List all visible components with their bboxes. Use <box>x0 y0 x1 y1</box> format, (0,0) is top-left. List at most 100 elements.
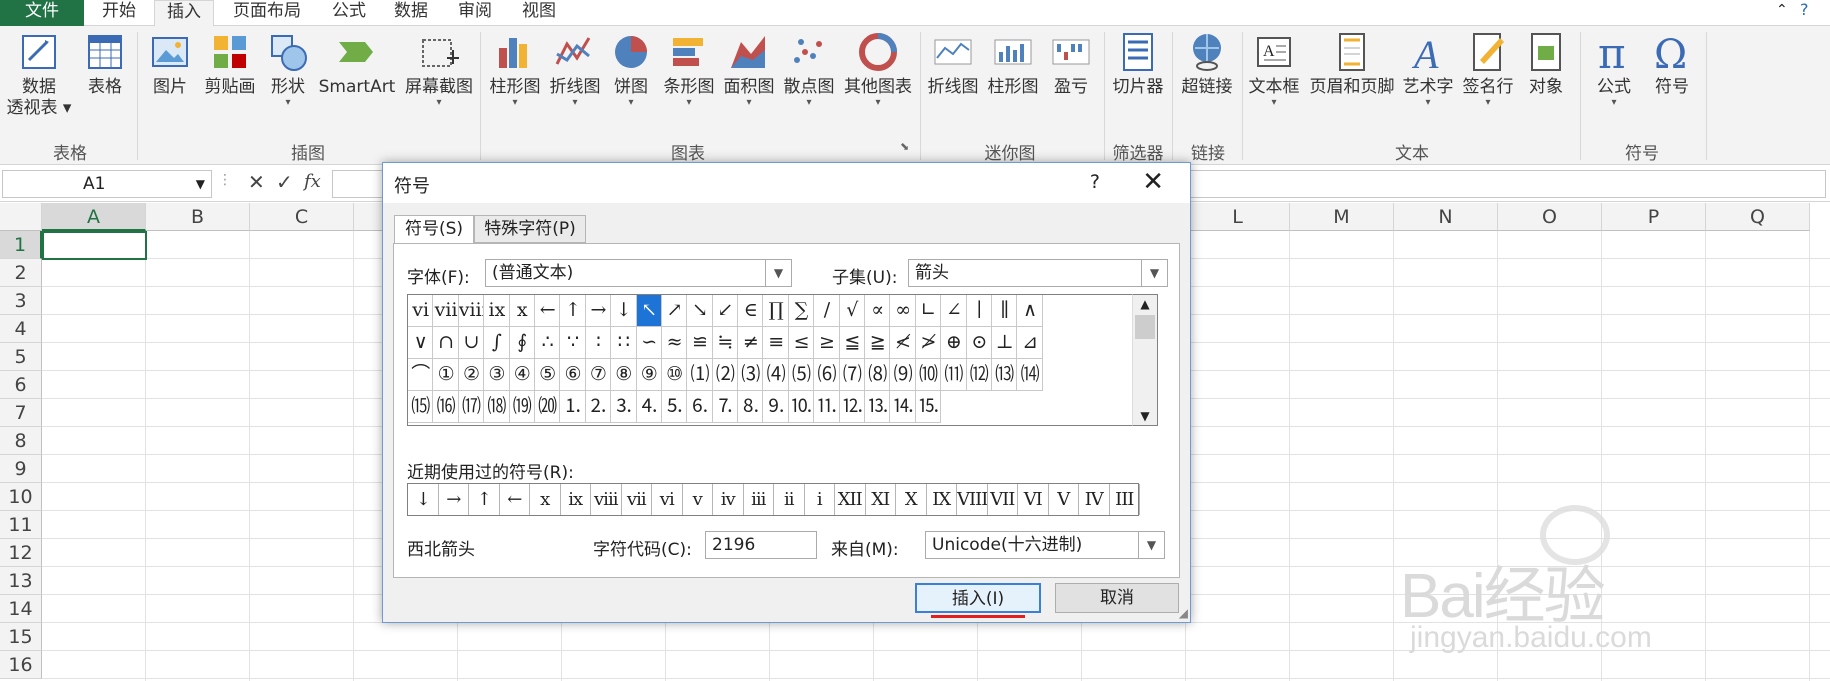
symbol-cell[interactable]: ≦ <box>839 327 866 359</box>
header-footer-button[interactable]: 页眉和页脚 <box>1304 30 1400 98</box>
symbol-cell[interactable]: ↙ <box>712 295 739 327</box>
font-combo[interactable]: (普通文本) ▼ <box>485 259 792 287</box>
symbol-cell[interactable]: ← <box>534 295 561 327</box>
cancel-button[interactable]: 取消 <box>1055 583 1179 613</box>
symbol-cell[interactable]: ⑤ <box>534 359 561 391</box>
column-header[interactable]: M <box>1290 203 1394 231</box>
symbol-cell[interactable]: ① <box>433 359 459 391</box>
recent-symbol-cell[interactable]: iii <box>744 484 774 515</box>
recent-symbols-row[interactable]: ↓ → ↑ ← x ix viii vii vi v iv iii ii i XII XI X IX VIII VII… <box>407 483 1140 516</box>
symbol-cell[interactable]: ⒑ <box>788 391 815 423</box>
scroll-down-icon[interactable]: ▼ <box>1133 407 1157 425</box>
row-header[interactable]: 4 <box>0 315 42 343</box>
textbox-button[interactable]: A 文本框 ▾ <box>1244 30 1304 108</box>
line-chart-button[interactable]: 折线图 ▾ <box>546 30 604 108</box>
row-header[interactable]: 13 <box>0 567 42 595</box>
symbol-cell[interactable]: ∫ <box>484 327 510 359</box>
symbol-cell[interactable]: ≡ <box>763 327 789 359</box>
smartart-button[interactable]: SmartArt <box>316 30 398 98</box>
symbol-cell[interactable]: ∵ <box>560 327 586 359</box>
symbol-cell[interactable]: ↗ <box>661 295 688 327</box>
symbol-cell[interactable]: ≮ <box>890 327 916 359</box>
symbol-cell[interactable]: ⑧ <box>611 359 637 391</box>
symbol-cell[interactable]: ⑼ <box>890 359 916 391</box>
tab-review[interactable]: 审阅 <box>446 0 504 26</box>
column-chart-button[interactable]: 柱形图 ▾ <box>486 30 544 108</box>
row-header[interactable]: 2 <box>0 259 42 287</box>
column-header[interactable]: O <box>1498 203 1602 231</box>
select-all-corner[interactable] <box>0 203 42 231</box>
symbol-cell[interactable]: ② <box>458 359 485 391</box>
row-header[interactable]: 15 <box>0 623 42 651</box>
scroll-up-icon[interactable]: ▲ <box>1133 295 1157 313</box>
symbol-cell[interactable]: ⒉ <box>585 391 612 423</box>
symbol-cell[interactable]: ≈ <box>661 327 688 359</box>
symbol-cell[interactable]: ⒕ <box>890 391 916 423</box>
symbol-cell[interactable]: ≠ <box>738 327 764 359</box>
recent-symbol-cell[interactable]: V <box>1049 484 1079 515</box>
tab-special-characters[interactable]: 特殊字符(P) <box>474 215 586 243</box>
symbol-cell[interactable]: ⑦ <box>585 359 612 391</box>
symbol-cell[interactable]: ③ <box>484 359 510 391</box>
picture-button[interactable]: 图片 <box>144 30 196 98</box>
recent-symbol-cell[interactable]: ← <box>500 484 530 515</box>
recent-symbol-cell[interactable]: ix <box>561 484 591 515</box>
row-header[interactable]: 7 <box>0 399 42 427</box>
tab-view[interactable]: 视图 <box>510 0 568 26</box>
equation-button[interactable]: π 公式 ▾ <box>1584 30 1644 108</box>
symbol-cell[interactable]: ⒓ <box>839 391 866 423</box>
name-box[interactable]: A1 ▼ <box>2 170 212 198</box>
symbol-button[interactable]: Ω 符号 <box>1644 30 1700 98</box>
recent-symbol-cell[interactable]: XII <box>835 484 866 515</box>
symbol-cell[interactable]: ⊥ <box>991 327 1018 359</box>
symbol-cell[interactable]: ∴ <box>534 327 561 359</box>
recent-symbol-cell[interactable]: VIII <box>957 484 988 515</box>
symbol-cell[interactable]: ⒌ <box>661 391 688 423</box>
tab-home[interactable]: 开始 <box>88 0 150 26</box>
recent-symbol-cell[interactable]: ii <box>774 484 805 515</box>
recent-symbol-cell[interactable]: X <box>896 484 927 515</box>
symbol-cell[interactable]: ⒁ <box>1017 359 1043 391</box>
symbol-cell[interactable]: ⌒ <box>408 359 434 391</box>
tab-page-layout[interactable]: 页面布局 <box>218 0 316 26</box>
area-chart-button[interactable]: 面积图 ▾ <box>720 30 778 108</box>
symbol-cell[interactable]: ⒈ <box>560 391 586 423</box>
selected-symbol-cell[interactable]: ↖ <box>636 295 662 327</box>
symbol-cell[interactable]: ≧ <box>865 327 891 359</box>
recent-symbol-cell[interactable]: IX <box>927 484 957 515</box>
symbol-cell[interactable]: ∽ <box>636 327 662 359</box>
symbol-grid[interactable]: ⅵ ⅶ ⅷ ⅸ ⅹ ← ↑ → ↓ ↖ ↗ ↘ ↙ ∈ ∏ ∑ ∕ √ ∝ ∞ ∟ ∠ ∣ ∥ ∧ ∨ ∩ ∪ ∫ ∮ ∴ ∵ ∶ ∷ ∽ ≈ ≌ ≒ ≠ ≡… <box>407 294 1158 426</box>
name-box-dropdown-icon[interactable]: ▼ <box>196 171 205 197</box>
wordart-button[interactable]: A 艺术字 ▾ <box>1398 30 1458 108</box>
recent-symbol-cell[interactable]: viii <box>591 484 622 515</box>
symbol-cell[interactable]: ⒇ <box>534 391 561 423</box>
from-combo[interactable]: Unicode(十六进制) ▼ <box>925 531 1165 559</box>
symbol-cell[interactable]: ⑴ <box>687 359 713 391</box>
symbol-cell[interactable]: ⅸ <box>484 295 510 327</box>
symbol-cell[interactable]: ④ <box>509 359 535 391</box>
active-cell-a1[interactable] <box>42 231 147 260</box>
scroll-thumb[interactable] <box>1135 315 1155 339</box>
recent-symbol-cell[interactable]: vii <box>622 484 652 515</box>
recent-symbol-cell[interactable]: x <box>530 484 561 515</box>
symbol-cell[interactable]: ⒅ <box>484 391 510 423</box>
sparkline-winloss-button[interactable]: 盈亏 <box>1044 30 1098 98</box>
symbol-cell[interactable]: ∈ <box>738 295 764 327</box>
symbol-cell[interactable]: ∩ <box>433 327 459 359</box>
symbol-cell[interactable]: ⒀ <box>991 359 1018 391</box>
row-header[interactable]: 12 <box>0 539 42 567</box>
symbol-cell[interactable]: ⑩ <box>661 359 688 391</box>
column-header[interactable]: L <box>1186 203 1290 231</box>
symbol-cell[interactable]: ⑾ <box>941 359 967 391</box>
symbol-cell[interactable]: ⊙ <box>966 327 992 359</box>
symbol-cell[interactable]: ∞ <box>890 295 916 327</box>
sparkline-line-button[interactable]: 折线图 <box>924 30 982 98</box>
subset-combo[interactable]: 箭头 ▼ <box>908 259 1168 287</box>
symbol-cell[interactable]: → <box>585 295 612 327</box>
symbol-cell[interactable]: ∣ <box>966 295 992 327</box>
symbol-cell[interactable]: ∟ <box>915 295 942 327</box>
other-charts-button[interactable]: 其他图表 ▾ <box>840 30 916 108</box>
symbol-cell[interactable]: ⒋ <box>636 391 662 423</box>
recent-symbol-cell[interactable]: IV <box>1079 484 1110 515</box>
symbol-cell[interactable]: ∷ <box>611 327 637 359</box>
